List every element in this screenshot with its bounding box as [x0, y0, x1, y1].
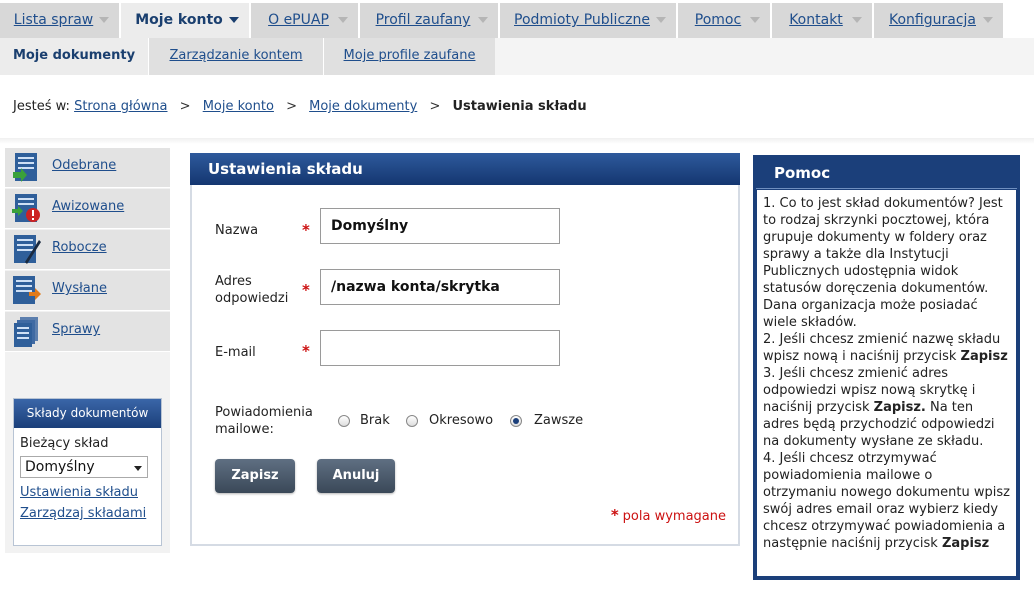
sidebar-item-label: Awizowane	[52, 199, 125, 214]
sidebar-item-label: Wysłane	[52, 281, 107, 296]
chevron-down-icon	[983, 17, 993, 23]
help-paragraph-1: 1. Co to jest skład dokumentów? Jest to …	[763, 196, 1003, 330]
breadcrumb-link-documents[interactable]: Moje dokumenty	[309, 99, 417, 114]
notify-label-line2: mailowe:	[215, 422, 274, 437]
breadcrumb-separator: >	[429, 99, 441, 114]
help-paragraph-2: 2. Jeśli chcesz zmienić nazwę składu wpi…	[763, 331, 1010, 365]
name-input[interactable]: Domyślny	[320, 208, 560, 244]
breadcrumb-separator: >	[179, 99, 191, 114]
help-panel: Pomoc 1. Co to jest skład dokumentów? Je…	[753, 155, 1020, 580]
required-star: *	[610, 506, 619, 524]
settings-form-panel: Ustawienia składu Nazwa * Domyślny Adres…	[190, 153, 740, 546]
chevron-down-icon	[338, 17, 348, 23]
inbox-document-icon	[13, 153, 37, 182]
help-title: Pomoc	[756, 158, 1017, 189]
sidebar-item-label: Sprawy	[52, 322, 101, 337]
required-star: *	[302, 281, 310, 299]
name-label: Nazwa	[215, 223, 259, 238]
tab-profil-zaufany[interactable]: Profil zaufany	[360, 3, 499, 38]
link-ustawienia-skladu[interactable]: Ustawienia składu	[20, 485, 138, 500]
required-star: *	[302, 342, 310, 360]
chevron-down-icon	[656, 17, 666, 23]
help-body: 1. Co to jest skład dokumentów? Jest to …	[757, 190, 1016, 576]
chevron-down-icon	[229, 17, 239, 23]
link-zarzadzaj-skladami[interactable]: Zarządzaj składami	[20, 506, 146, 521]
radio-zawsze[interactable]	[510, 415, 522, 427]
sklady-dokumentow-box: Składy dokumentów Bieżący skład Domyślny…	[13, 398, 162, 546]
radio-okresowo[interactable]	[406, 415, 418, 427]
tab-o-epuap[interactable]: O ePUAP	[251, 3, 359, 38]
notify-label-line1: Powiadomienia	[215, 405, 313, 420]
help-paragraph-4: 4. Jeśli chcesz otrzymywać powiadomienia…	[763, 450, 1010, 552]
breadcrumb-link-home[interactable]: Strona główna	[74, 99, 167, 114]
reply-label-line2: odpowiedzi	[215, 291, 289, 306]
breadcrumb-separator: >	[286, 99, 297, 114]
radio-zawsze-label: Zawsze	[534, 413, 584, 428]
form-title: Ustawienia składu	[190, 153, 740, 185]
breadcrumb: Jesteś w: Strona główna > Moje konto > M…	[13, 99, 587, 114]
tab-kontakt[interactable]: Kontakt	[772, 3, 873, 38]
header-divider	[0, 138, 1034, 144]
help-bold: Zapisz	[960, 349, 1008, 364]
chevron-down-icon	[99, 17, 109, 23]
sidebar-item-label: Robocze	[52, 240, 107, 255]
notice-document-icon	[12, 194, 40, 222]
chevron-down-icon	[134, 466, 142, 471]
chevron-down-icon	[852, 17, 862, 23]
breadcrumb-prefix: Jesteś w:	[13, 99, 70, 114]
sidebar-item-awizowane[interactable]: Awizowane	[5, 189, 170, 229]
current-sklad-select[interactable]: Domyślny	[20, 456, 148, 478]
subtab-moje-dokumenty[interactable]: Moje dokumenty	[0, 38, 148, 75]
tab-konfiguracja[interactable]: Konfiguracja	[874, 3, 1004, 38]
save-button[interactable]: Zapisz	[215, 459, 295, 493]
sidebar-item-robocze[interactable]: Robocze	[5, 230, 170, 270]
sidebar-item-odebrane[interactable]: Odebrane	[5, 148, 170, 188]
sklady-box-title: Składy dokumentów	[14, 399, 161, 428]
top-menu: Lista spraw Moje konto O ePUAP Profil za…	[0, 0, 1034, 38]
required-star: *	[302, 221, 310, 239]
radio-okresowo-label: Okresowo	[429, 413, 494, 428]
help-bold: Zapisz	[941, 536, 990, 551]
tab-lista-spraw[interactable]: Lista spraw	[0, 3, 120, 38]
submenu-filler	[495, 38, 1034, 75]
tab-label: Podmioty Publiczne	[514, 12, 650, 28]
current-sklad-value: Domyślny	[25, 459, 95, 475]
cases-document-icon	[14, 317, 38, 347]
help-bold: Zapisz.	[873, 400, 926, 415]
current-sklad-label: Bieżący skład	[20, 436, 109, 451]
sidebar-item-wyslane[interactable]: Wysłane	[5, 271, 170, 311]
chevron-down-icon	[750, 17, 760, 23]
required-note-text: pola wymagane	[622, 509, 726, 524]
email-label: E-mail	[215, 345, 256, 360]
reply-label-line1: Adres	[215, 274, 252, 289]
cancel-button[interactable]: Anuluj	[317, 459, 395, 493]
tab-moje-konto[interactable]: Moje konto	[121, 3, 250, 38]
draft-document-icon	[14, 235, 41, 264]
radio-brak[interactable]	[338, 415, 350, 427]
tab-pomoc[interactable]: Pomoc	[678, 3, 771, 38]
breadcrumb-link-account[interactable]: Moje konto	[203, 99, 274, 114]
subtab-moje-profile-zaufane[interactable]: Moje profile zaufane	[323, 38, 495, 75]
required-fields-note: * pola wymagane	[611, 506, 726, 524]
reply-address-input[interactable]: /nazwa konta/skrytka	[320, 269, 560, 305]
tab-podmioty-publiczne[interactable]: Podmioty Publiczne	[500, 3, 677, 38]
radio-brak-label: Brak	[360, 413, 390, 428]
breadcrumb-current: Ustawienia składu	[452, 99, 587, 114]
subtab-zarzadzanie-kontem[interactable]: Zarządzanie kontem	[148, 38, 323, 75]
help-paragraph-3: 3. Jeśli chcesz zmienić adres odpowiedzi…	[763, 365, 1010, 450]
sent-document-icon	[13, 276, 41, 304]
chevron-down-icon	[478, 17, 488, 23]
sidebar-item-label: Odebrane	[52, 158, 117, 173]
sidebar-item-sprawy[interactable]: Sprawy	[5, 312, 170, 352]
sub-menu: Moje dokumenty Zarządzanie kontem Moje p…	[0, 38, 1034, 75]
email-input[interactable]	[320, 330, 560, 366]
